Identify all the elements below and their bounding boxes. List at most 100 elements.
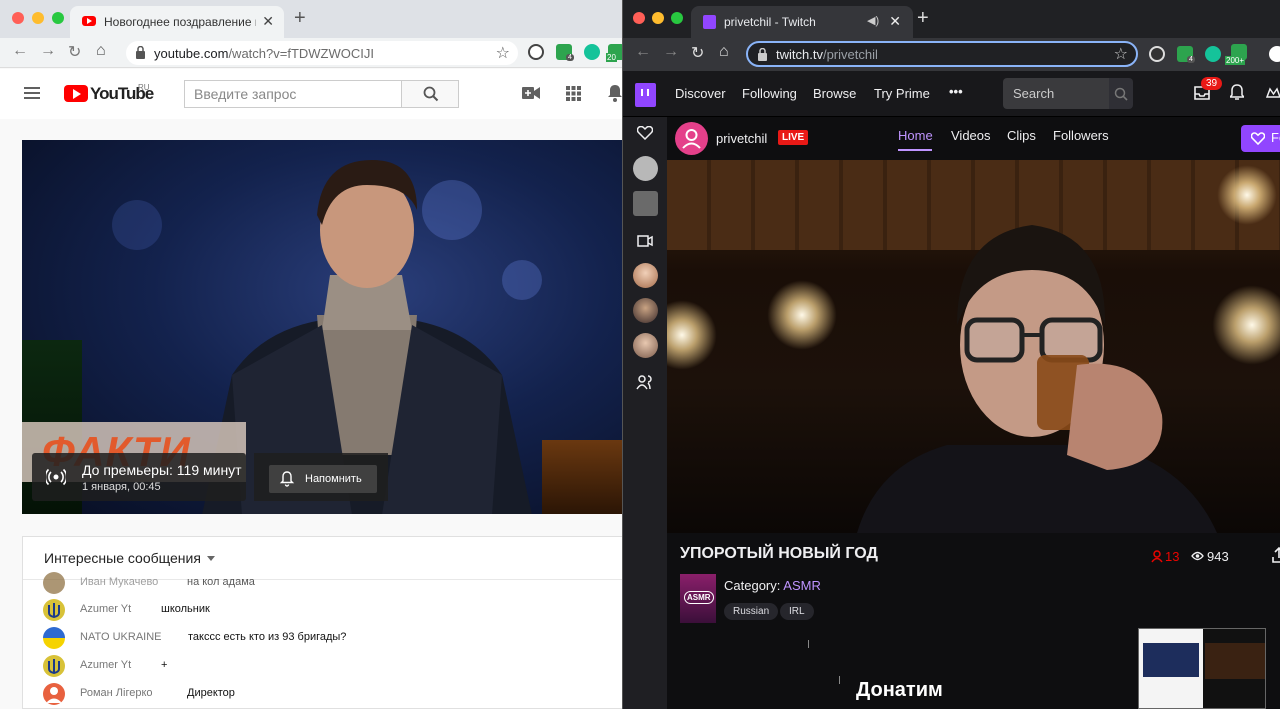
tag-irl[interactable]: IRL — [780, 603, 814, 620]
tag-russian[interactable]: Russian — [724, 603, 779, 620]
stream-video-player[interactable] — [667, 160, 1280, 533]
search-button[interactable] — [1109, 78, 1133, 109]
back-arrow-icon[interactable]: ← — [12, 42, 28, 60]
search-input[interactable]: Введите запрос — [184, 80, 402, 108]
close-window-icon[interactable] — [633, 12, 645, 24]
notifications-bell-icon[interactable] — [1230, 84, 1244, 101]
divider — [808, 640, 809, 648]
notification-count-badge: 39 — [1201, 77, 1223, 90]
extension-w-icon[interactable] — [528, 44, 544, 60]
tab-home[interactable]: Home — [898, 128, 933, 143]
tab-bar: Новогоднее поздравление пре ✕ + — [0, 0, 622, 38]
stream-overlay-text: Донатим — [856, 679, 943, 701]
tab-videos[interactable]: Videos — [951, 128, 991, 143]
broadcast-icon — [46, 468, 66, 486]
category-line: Category: ASMR — [724, 578, 821, 593]
extension-badge: 200+ — [1225, 56, 1246, 65]
share-icon[interactable] — [1272, 547, 1280, 563]
forward-arrow-icon[interactable]: → — [663, 43, 679, 61]
channel-avatar[interactable] — [633, 298, 658, 323]
channel-avatar[interactable] — [633, 191, 658, 216]
bookmark-star-icon[interactable]: ☆ — [496, 43, 510, 63]
grammarly-icon[interactable] — [1205, 46, 1221, 62]
tab-followers[interactable]: Followers — [1053, 128, 1109, 143]
nav-try-prime[interactable]: Try Prime — [874, 86, 930, 101]
nav-following[interactable]: Following — [742, 86, 797, 101]
youtube-tab[interactable]: Новогоднее поздравление пре ✕ — [70, 6, 284, 38]
bokeh-light — [112, 200, 162, 250]
screenshot-thumbnail[interactable] — [1138, 628, 1266, 709]
twitch-logo-icon[interactable] — [635, 83, 656, 107]
nav-browse[interactable]: Browse — [813, 86, 856, 101]
channel-avatar[interactable] — [633, 263, 658, 288]
avatar — [43, 572, 65, 594]
menu-hamburger-icon[interactable] — [24, 87, 40, 89]
close-window-icon[interactable] — [12, 12, 24, 24]
crown-prime-icon[interactable] — [1266, 85, 1280, 100]
minimize-window-icon[interactable] — [652, 12, 664, 24]
divider — [839, 676, 840, 684]
extension-badge: 4 — [566, 54, 574, 61]
twitch-tab[interactable]: privetchil - Twitch ◀) ✕ — [691, 6, 913, 38]
eye-icon — [1191, 551, 1204, 561]
message-text: на кол адама — [187, 576, 255, 588]
home-icon[interactable]: ⌂ — [96, 42, 106, 60]
youtube-header: YouTube RU Введите запрос — [0, 69, 622, 119]
back-arrow-icon[interactable]: ← — [635, 43, 651, 61]
message-text: Директор — [187, 687, 235, 699]
video-player[interactable]: ФАКТИ До премьеры: 119 минут 1 января, 0… — [22, 140, 622, 514]
category-link[interactable]: ASMR — [783, 578, 821, 593]
message-text: + — [161, 659, 168, 671]
upload-video-icon[interactable] — [522, 86, 540, 100]
channel-avatar[interactable] — [633, 156, 658, 181]
maximize-window-icon[interactable] — [52, 12, 64, 24]
bookmark-star-icon[interactable]: ☆ — [1114, 44, 1128, 64]
search-input[interactable]: Search — [1003, 78, 1109, 109]
search-icon — [423, 86, 439, 102]
heart-icon — [1251, 132, 1265, 145]
category-box-art[interactable]: ASMR — [680, 574, 716, 623]
total-views: 943 — [1191, 549, 1229, 564]
follow-button[interactable]: Fo — [1241, 125, 1280, 152]
channel-avatar[interactable] — [633, 333, 658, 358]
tab-title: Новогоднее поздравление пре — [104, 15, 256, 29]
channel-name[interactable]: privetchil — [716, 131, 767, 146]
maximize-window-icon[interactable] — [671, 12, 683, 24]
more-menu-icon[interactable]: ••• — [949, 84, 963, 99]
address-bar[interactable]: youtube.com/watch?v=fTDWZWOCIJI ☆ — [126, 41, 518, 65]
chat-filter-dropdown[interactable]: Интересные сообщения — [44, 550, 215, 566]
close-tab-icon[interactable]: ✕ — [889, 13, 901, 30]
nav-discover[interactable]: Discover — [675, 86, 726, 101]
message-author: Azumer Yt — [80, 659, 132, 671]
grammarly-icon[interactable] — [584, 44, 600, 60]
heart-following-icon[interactable] — [637, 126, 653, 140]
close-tab-icon[interactable]: ✕ — [262, 13, 274, 30]
message-text: школьник — [161, 603, 210, 615]
forward-arrow-icon[interactable]: → — [40, 42, 56, 60]
new-tab-button[interactable]: + — [294, 7, 306, 30]
reload-icon[interactable]: ↻ — [691, 43, 704, 63]
apps-grid-icon[interactable] — [566, 86, 581, 101]
home-icon[interactable]: ⌂ — [719, 43, 729, 61]
new-tab-button[interactable]: + — [917, 7, 929, 30]
extension-w-icon[interactable] — [1149, 46, 1165, 62]
channel-avatar[interactable] — [675, 122, 708, 155]
profile-avatar[interactable] — [1269, 46, 1280, 62]
message-author: Роман Лігерко — [80, 687, 153, 699]
premiere-countdown: До премьеры: 119 минут 1 января, 00:45 — [32, 453, 246, 501]
recommended-users-icon[interactable] — [636, 374, 654, 390]
minimize-window-icon[interactable] — [32, 12, 44, 24]
audio-playing-icon[interactable]: ◀) — [867, 14, 879, 27]
video-camera-icon[interactable] — [637, 235, 653, 247]
youtube-logo[interactable]: YouTube RU — [64, 83, 154, 105]
notifications-bell-icon[interactable] — [608, 84, 622, 102]
lock-icon — [758, 48, 767, 61]
tab-clips[interactable]: Clips — [1007, 128, 1036, 143]
reload-icon[interactable]: ↻ — [68, 42, 81, 62]
remind-button[interactable]: Напомнить — [269, 465, 377, 493]
search-icon — [1114, 87, 1128, 101]
search-button[interactable] — [401, 80, 459, 108]
address-bar[interactable]: twitch.tv/privetchil ☆ — [746, 41, 1138, 67]
live-badge: LIVE — [778, 130, 809, 145]
message-author: NATO UKRAINE — [80, 631, 162, 643]
